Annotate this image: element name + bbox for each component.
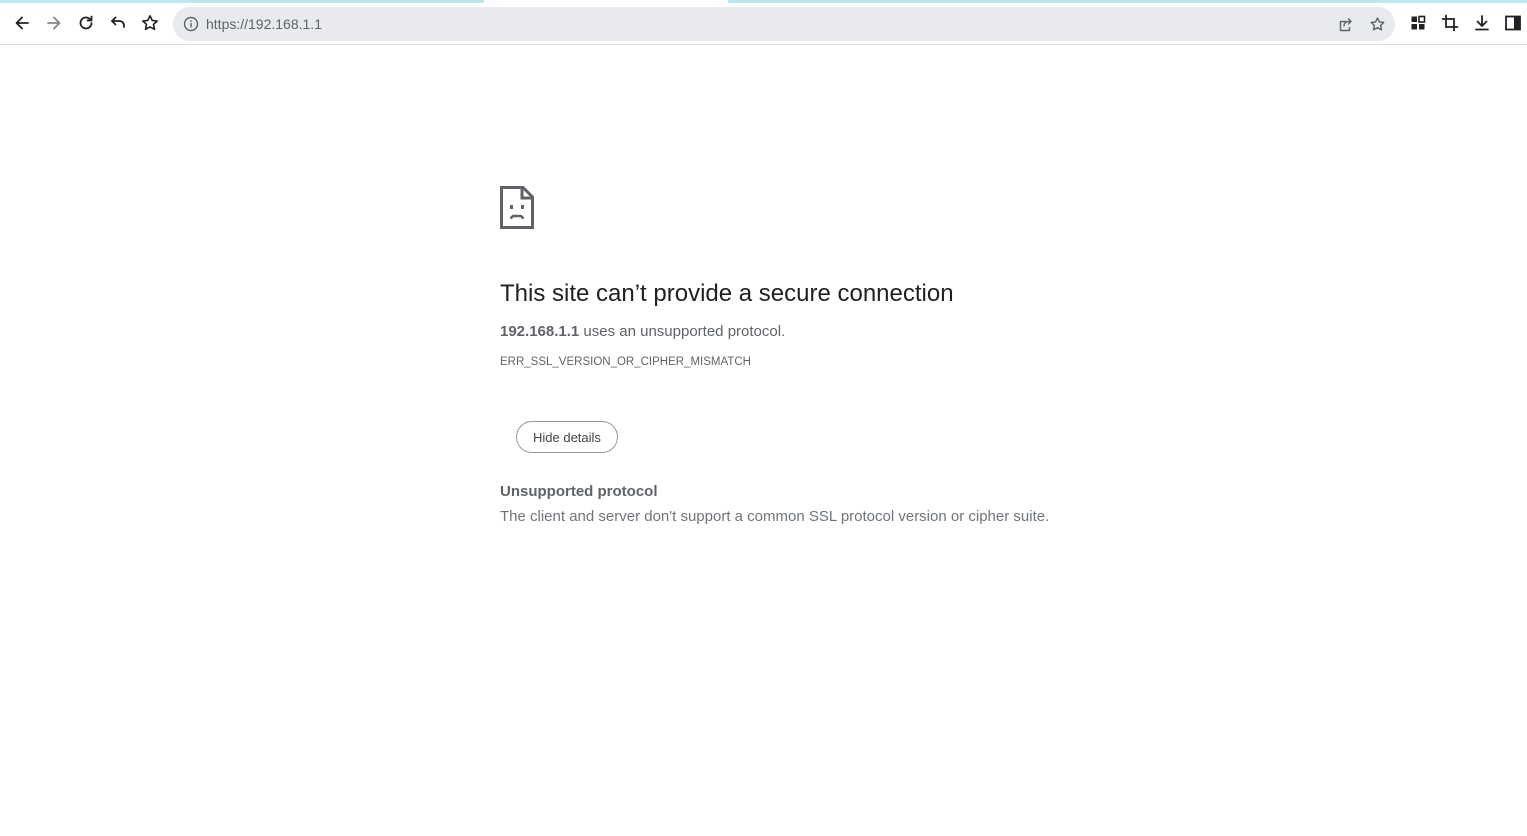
arrow-right-icon	[47, 16, 61, 30]
download-icon	[1475, 15, 1489, 31]
bookmark-button[interactable]	[135, 8, 165, 38]
hide-details-button[interactable]: Hide details	[516, 421, 618, 453]
error-message: 192.168.1.1 uses an unsupported protocol…	[500, 322, 1200, 342]
extensions-button[interactable]	[1403, 8, 1433, 38]
side-panel-button[interactable]	[1498, 8, 1527, 38]
details-text: The client and server don't support a co…	[500, 508, 1050, 525]
address-bar[interactable]	[173, 7, 1395, 41]
error-code: ERR_SSL_VERSION_OR_CIPHER_MISMATCH	[500, 356, 751, 368]
info-icon	[183, 16, 199, 32]
forward-button[interactable]	[39, 8, 69, 38]
site-info-button[interactable]	[179, 12, 203, 36]
undo-icon	[111, 16, 125, 28]
undo-button[interactable]	[103, 8, 133, 38]
reload-icon	[79, 15, 93, 30]
details-heading: Unsupported protocol	[500, 483, 658, 500]
error-message-text: uses an unsupported protocol.	[579, 323, 786, 340]
reload-button[interactable]	[71, 8, 101, 38]
sad-page-icon	[500, 186, 534, 229]
arrow-left-icon	[15, 16, 29, 30]
back-button[interactable]	[7, 8, 37, 38]
star-icon	[142, 15, 158, 31]
extensions-icon	[1411, 15, 1426, 30]
error-host: 192.168.1.1	[500, 323, 580, 340]
crop-icon	[1441, 14, 1459, 32]
share-icon	[1339, 17, 1352, 31]
share-button[interactable]	[1333, 12, 1357, 36]
downloads-button[interactable]	[1467, 8, 1497, 38]
url-input[interactable]	[206, 7, 1306, 41]
browser-toolbar	[0, 3, 1527, 45]
error-page: This site can’t provide a secure connect…	[500, 186, 1200, 525]
star-icon	[1370, 16, 1384, 30]
error-title: This site can’t provide a secure connect…	[500, 280, 954, 307]
crop-button[interactable]	[1435, 8, 1465, 38]
bookmark-page-button[interactable]	[1365, 12, 1389, 36]
side-panel-icon	[1505, 15, 1521, 31]
